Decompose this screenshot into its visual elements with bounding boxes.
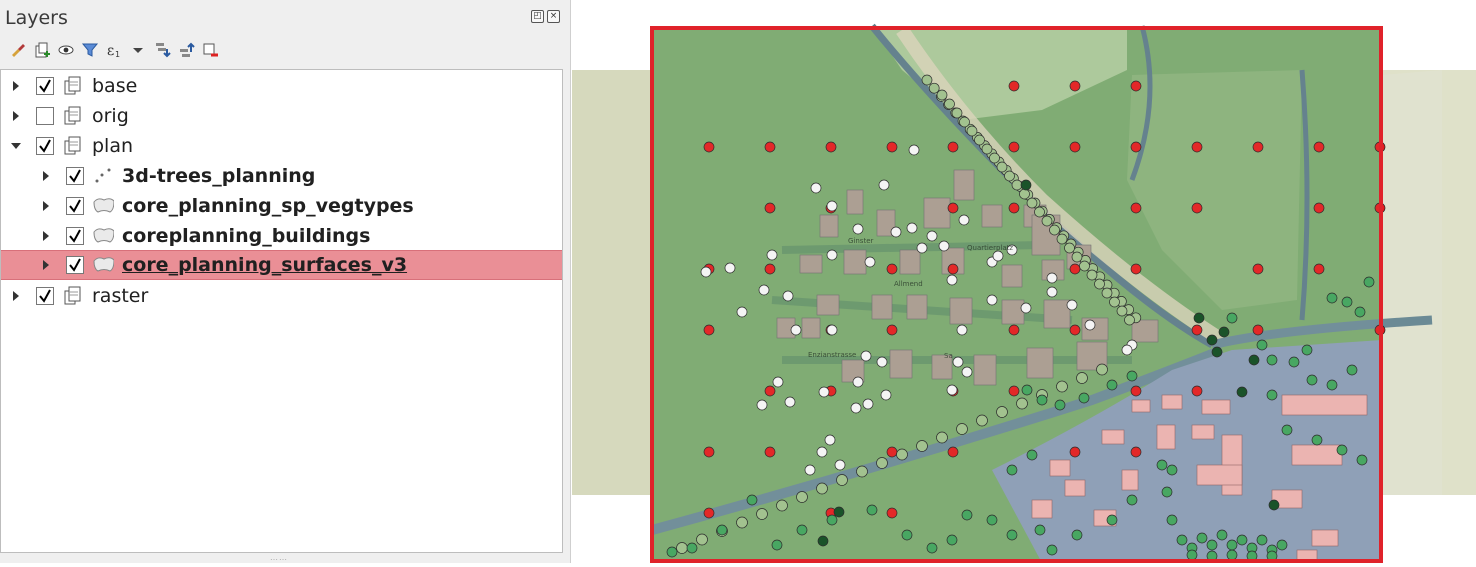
layer-row-core-planning-sp-vegtypes[interactable]: core_planning_sp_vegtypes	[1, 191, 562, 221]
layer-row-3d-trees-planning[interactable]: 3d-trees_planning	[1, 161, 562, 191]
layer-checkbox[interactable]	[36, 137, 54, 155]
collapsed-arrow-icon[interactable]	[10, 110, 22, 122]
layer-checkbox[interactable]	[36, 107, 54, 125]
collapsed-arrow-icon[interactable]	[10, 80, 22, 92]
street-label: Ginster	[848, 237, 874, 245]
group-icon	[62, 285, 84, 307]
collapsed-arrow-icon[interactable]	[40, 200, 52, 212]
collapsed-arrow-icon[interactable]	[10, 290, 22, 302]
style-manager-icon[interactable]	[8, 40, 28, 60]
polygon-layer-icon	[92, 225, 114, 247]
expanded-arrow-icon[interactable]	[10, 140, 22, 152]
resize-grip[interactable]: ……	[270, 553, 294, 562]
svg-text:ε: ε	[107, 43, 114, 59]
polygon-layer-icon	[92, 195, 114, 217]
layer-checkbox[interactable]	[66, 256, 84, 274]
point-layer-icon	[92, 165, 114, 187]
dropdown-icon[interactable]	[128, 40, 148, 60]
close-icon[interactable]: ×	[547, 10, 560, 23]
layer-row-coreplanning-buildings[interactable]: coreplanning_buildings	[1, 221, 562, 251]
visibility-icon[interactable]	[56, 40, 76, 60]
svg-text:1: 1	[115, 50, 120, 59]
street-label: Quartierplatz	[967, 244, 1013, 252]
layer-label: 3d-trees_planning	[122, 165, 316, 187]
layer-label: plan	[92, 135, 134, 157]
map-canvas[interactable]: Ginster Quartierplatz Allmend Enzianstra…	[572, 0, 1476, 563]
layer-row-raster[interactable]: raster	[1, 281, 562, 311]
layer-row-orig[interactable]: orig	[1, 101, 562, 131]
collapse-all-icon[interactable]	[176, 40, 196, 60]
layer-label: coreplanning_buildings	[122, 225, 371, 247]
filter-legend-icon[interactable]	[80, 40, 100, 60]
expand-all-icon[interactable]	[152, 40, 172, 60]
remove-layer-icon[interactable]	[200, 40, 220, 60]
layer-tree: base orig plan 3d-trees_planning core_pl…	[0, 69, 563, 553]
group-icon	[62, 135, 84, 157]
group-icon	[62, 105, 84, 127]
polygon-layer-icon	[92, 254, 114, 276]
street-label: Enzianstrasse	[808, 351, 856, 359]
collapsed-arrow-icon[interactable]	[40, 230, 52, 242]
layer-checkbox[interactable]	[36, 77, 54, 95]
layer-checkbox[interactable]	[66, 227, 84, 245]
layers-panel: Layers ◰ × ε1 base orig plan 3d-trees_pl…	[0, 0, 571, 563]
group-icon	[62, 75, 84, 97]
layer-checkbox[interactable]	[36, 287, 54, 305]
layer-label: core_planning_surfaces_v3	[122, 254, 408, 276]
filter-expression-icon[interactable]: ε1	[104, 40, 124, 60]
layer-row-base[interactable]: base	[1, 71, 562, 101]
collapsed-arrow-icon[interactable]	[40, 259, 52, 271]
layer-checkbox[interactable]	[66, 197, 84, 215]
layers-toolbar: ε1	[8, 38, 220, 62]
layer-label: core_planning_sp_vegtypes	[122, 195, 414, 217]
panel-title: Layers	[5, 7, 68, 29]
street-label: Allmend	[894, 280, 923, 288]
dock-buttons: ◰ ×	[531, 10, 560, 23]
float-icon[interactable]: ◰	[531, 10, 544, 23]
layer-label: base	[92, 75, 138, 97]
add-group-icon[interactable]	[32, 40, 52, 60]
layer-row-core-planning-surfaces-v3[interactable]: core_planning_surfaces_v3	[1, 250, 562, 280]
layer-checkbox[interactable]	[66, 167, 84, 185]
collapsed-arrow-icon[interactable]	[40, 170, 52, 182]
layer-label: orig	[92, 105, 129, 127]
layer-row-plan[interactable]: plan	[1, 131, 562, 161]
street-label: Sa	[944, 352, 953, 360]
layer-label: raster	[92, 285, 149, 307]
